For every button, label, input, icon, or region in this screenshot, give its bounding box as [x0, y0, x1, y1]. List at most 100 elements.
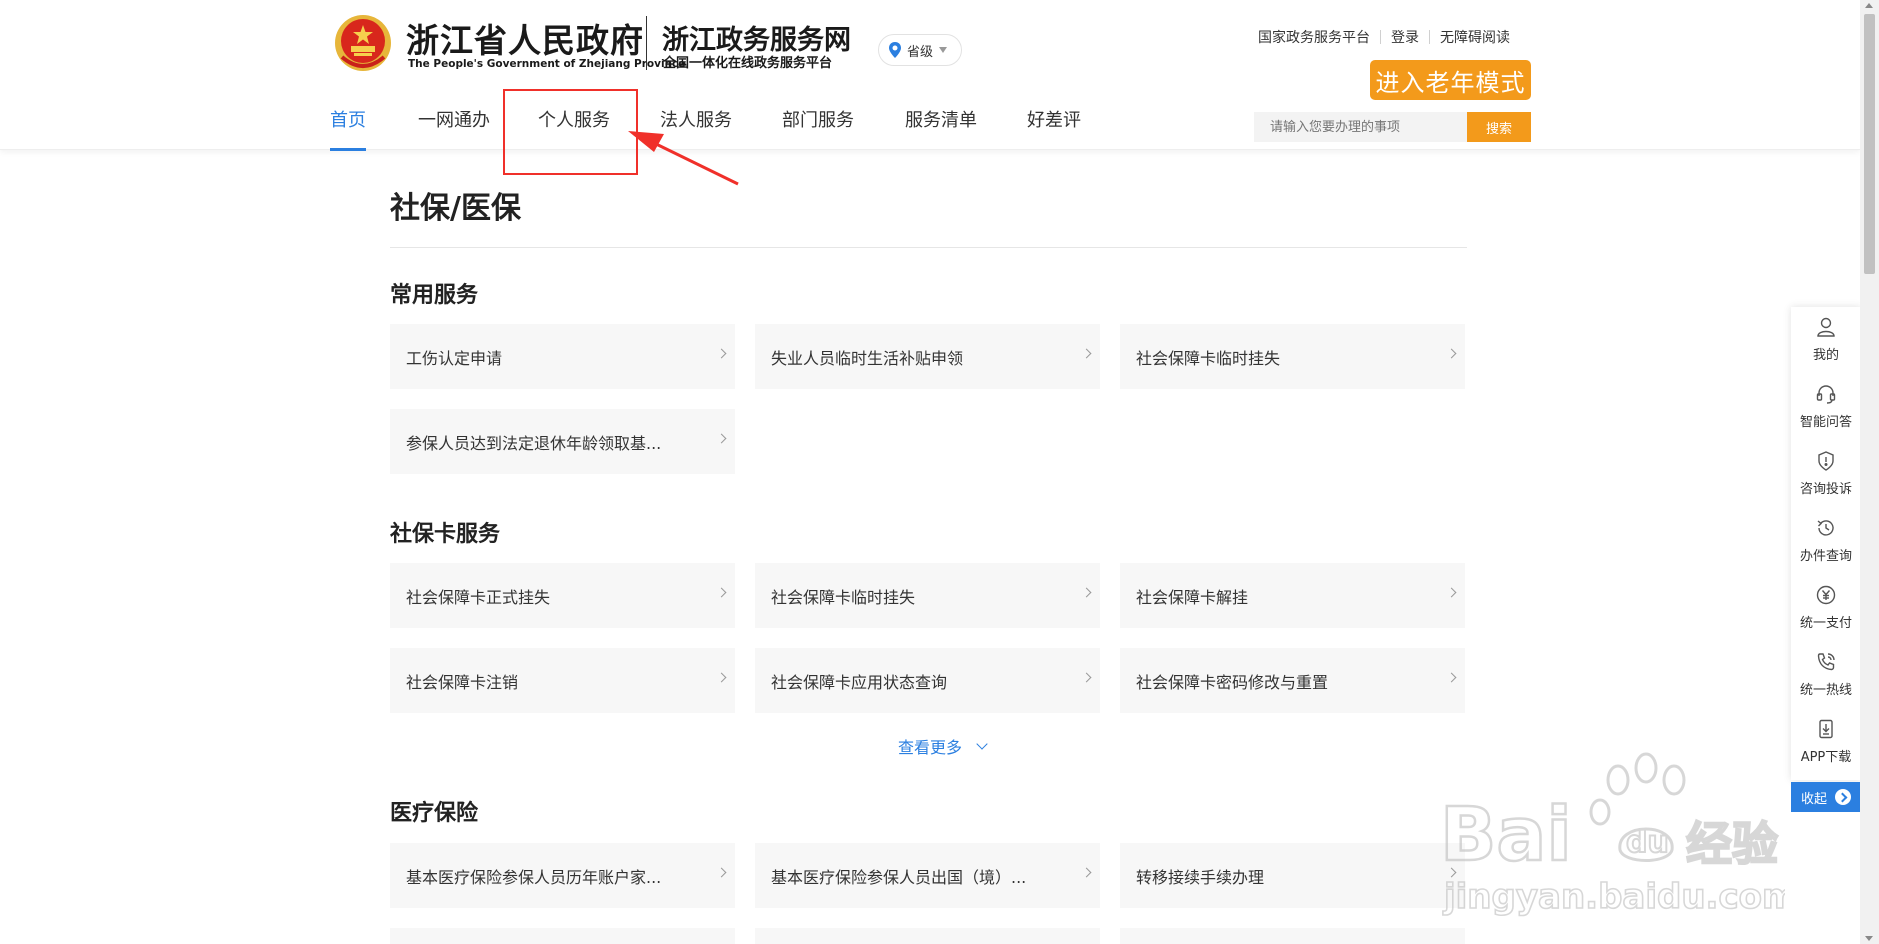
- watermark-brand-cn: 经验: [1686, 817, 1778, 871]
- gov-title: 浙江省人民政府: [406, 21, 644, 60]
- service-card[interactable]: 工伤认定申请: [390, 324, 735, 389]
- service-card[interactable]: 社会保障卡密码修改与重置: [1120, 648, 1465, 713]
- shield-alert-icon: [1818, 451, 1834, 471]
- section-title-card-services: 社保卡服务: [390, 522, 501, 547]
- service-card[interactable]: 基本医疗保险参保人员历年账户家...: [390, 843, 735, 908]
- floating-toolbar: 我的 智能问答 咨询投诉 办件查询 统一支付 统一热线 APP下载: [1791, 307, 1861, 780]
- service-card[interactable]: 社会保障卡解挂: [1120, 563, 1465, 628]
- service-card[interactable]: 社会保障卡正式挂失: [390, 563, 735, 628]
- section-title-medical-insurance: 医疗保险: [390, 801, 479, 826]
- site-header: 浙江省人民政府 The People's Government of Zheji…: [0, 0, 1860, 151]
- chevron-down-icon: [976, 738, 988, 750]
- chevron-right-icon: [716, 433, 727, 444]
- service-card[interactable]: 社会保障卡应用状态查询: [755, 648, 1100, 713]
- service-card-label: 社会保障卡临时挂失: [771, 587, 916, 607]
- toolbar-item-label: 统一热线: [1799, 683, 1852, 698]
- scroll-up-arrow-icon[interactable]: [1865, 3, 1873, 8]
- yuan-icon: [1816, 585, 1836, 605]
- link-separator: [1380, 30, 1381, 44]
- service-card[interactable]: 社会保障卡临时挂失: [1120, 324, 1465, 389]
- toolbar-item-label: 我的: [1812, 348, 1839, 363]
- service-card-label: 社会保障卡正式挂失: [406, 587, 551, 607]
- service-card-label: 社会保障卡临时挂失: [1136, 348, 1281, 368]
- chevron-right-icon: [716, 587, 727, 598]
- link-login[interactable]: 登录: [1391, 27, 1419, 47]
- region-selector[interactable]: 省级: [878, 34, 962, 66]
- collapse-label: 收起: [1800, 791, 1827, 807]
- page-scrollbar[interactable]: [1860, 0, 1879, 944]
- service-card-label: 转移接续手续办理: [1136, 867, 1265, 887]
- nav-home[interactable]: 首页: [330, 106, 366, 151]
- chevron-right-icon: [1081, 672, 1092, 683]
- toolbar-item-label: APP下载: [1800, 750, 1852, 765]
- chevron-right-icon: [1081, 587, 1092, 598]
- region-label: 省级: [907, 44, 934, 60]
- toolbar-item-app-download[interactable]: APP下载: [1791, 709, 1861, 775]
- user-icon: [1817, 317, 1835, 337]
- top-links: 国家政务服务平台 登录 无障碍阅读: [1258, 27, 1510, 47]
- nav-service-list[interactable]: 服务清单: [905, 106, 977, 150]
- location-pin-icon: [889, 42, 901, 58]
- page-title: 社保/医保: [390, 191, 521, 226]
- title-divider: [390, 247, 1467, 248]
- scroll-down-arrow-icon[interactable]: [1865, 936, 1873, 941]
- toolbar-item-mine[interactable]: 我的: [1791, 307, 1861, 373]
- service-card[interactable]: [1120, 928, 1465, 944]
- service-card[interactable]: 基本医疗保险参保人员出国（境）...: [755, 843, 1100, 908]
- toolbar-item-complaints[interactable]: 咨询投诉: [1791, 441, 1861, 507]
- toolbar-item-hotline[interactable]: 统一热线: [1791, 642, 1861, 708]
- chevron-right-icon: [1081, 867, 1092, 878]
- service-card-label: 社会保障卡密码修改与重置: [1136, 672, 1329, 692]
- chevron-right-icon: [716, 672, 727, 683]
- site-subtitle: 全国一体化在线政务服务平台: [663, 56, 833, 71]
- service-card-label: 失业人员临时生活补贴申领: [771, 348, 964, 368]
- service-card-label: 社会保障卡解挂: [1136, 587, 1249, 607]
- search-button[interactable]: 搜索: [1467, 112, 1531, 142]
- toolbar-item-payment[interactable]: 统一支付: [1791, 575, 1861, 641]
- chevron-right-icon: [716, 867, 727, 878]
- nav-department-services[interactable]: 部门服务: [782, 106, 854, 150]
- chevron-right-icon: [1446, 672, 1457, 683]
- toolbar-item-case-query[interactable]: 办件查询: [1791, 508, 1861, 574]
- search-input[interactable]: [1254, 112, 1467, 142]
- service-card-label: 工伤认定申请: [406, 348, 503, 368]
- service-card[interactable]: [390, 928, 735, 944]
- phone-icon: [1817, 653, 1835, 671]
- chevron-down-icon: [939, 47, 948, 53]
- service-card-label: 基本医疗保险参保人员历年账户家...: [406, 867, 662, 887]
- view-more-link[interactable]: 查看更多: [898, 734, 988, 758]
- toolbar-item-label: 统一支付: [1799, 616, 1852, 631]
- nav-one-stop[interactable]: 一网通办: [418, 106, 490, 150]
- toolbar-item-smart-qa[interactable]: 智能问答: [1791, 374, 1861, 440]
- chevron-right-icon: [1446, 587, 1457, 598]
- arrow-right-circle-icon: [1835, 789, 1851, 805]
- headset-icon: [1816, 385, 1836, 404]
- chevron-right-icon: [1446, 348, 1457, 359]
- service-card[interactable]: [755, 928, 1100, 944]
- service-card[interactable]: 社会保障卡临时挂失: [755, 563, 1100, 628]
- toolbar-item-label: 咨询投诉: [1799, 482, 1852, 497]
- toolbar-item-label: 智能问答: [1799, 415, 1852, 430]
- service-card[interactable]: 参保人员达到法定退休年龄领取基...: [390, 409, 735, 474]
- nav-legal-entity-services[interactable]: 法人服务: [660, 106, 732, 150]
- link-national-platform[interactable]: 国家政务服务平台: [1258, 27, 1370, 47]
- view-more-label: 查看更多: [898, 738, 963, 757]
- national-emblem-icon: [335, 15, 391, 71]
- link-accessible-reading[interactable]: 无障碍阅读: [1440, 27, 1510, 47]
- elder-mode-button[interactable]: 进入老年模式: [1370, 60, 1531, 100]
- service-card-label: 参保人员达到法定退休年龄领取基...: [406, 433, 662, 453]
- toolbar-item-label: 办件查询: [1799, 549, 1852, 564]
- collapse-toolbar-button[interactable]: 收起: [1791, 782, 1861, 812]
- nav-personal-services[interactable]: 个人服务: [538, 106, 610, 150]
- nav-rating[interactable]: 好差评: [1027, 106, 1081, 150]
- service-card[interactable]: 转移接续手续办理: [1120, 843, 1465, 908]
- scrollbar-thumb[interactable]: [1864, 14, 1875, 274]
- gov-subtitle: The People's Government of Zhejiang Prov…: [408, 58, 686, 70]
- watermark-brand-mid: du: [1626, 825, 1669, 860]
- chevron-right-icon: [1446, 867, 1457, 878]
- link-separator: [1429, 30, 1430, 44]
- chevron-right-icon: [716, 348, 727, 359]
- service-card[interactable]: 失业人员临时生活补贴申领: [755, 324, 1100, 389]
- service-card[interactable]: 社会保障卡注销: [390, 648, 735, 713]
- chevron-right-icon: [1081, 348, 1092, 359]
